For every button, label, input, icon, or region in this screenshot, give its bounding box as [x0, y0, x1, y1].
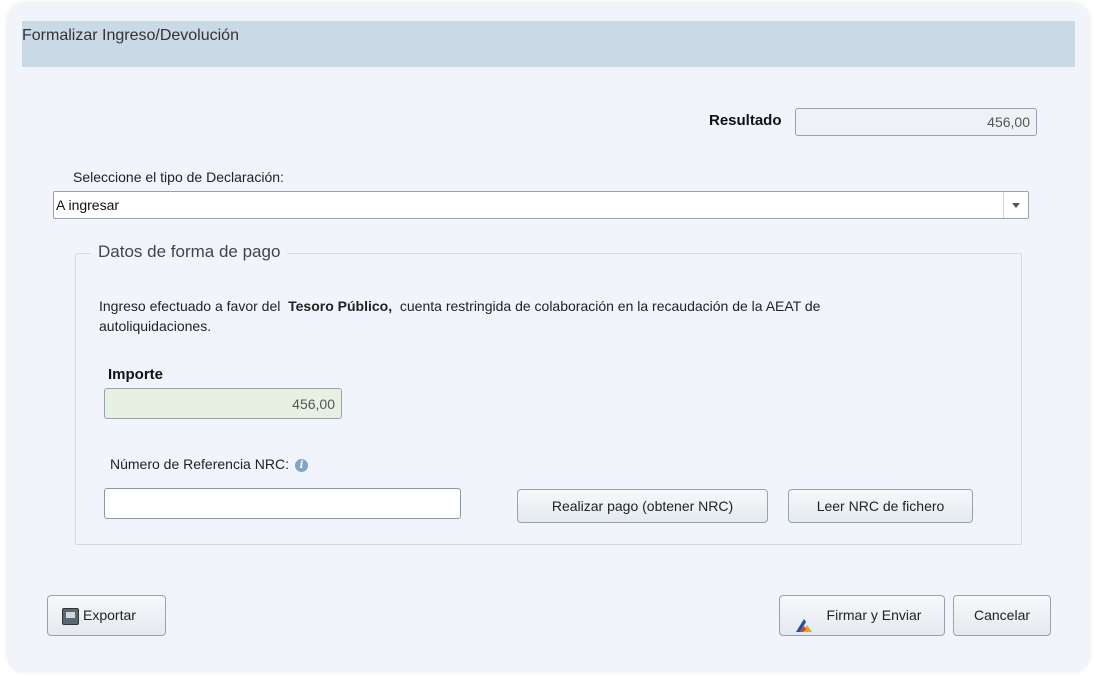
importe-label: Importe: [108, 366, 164, 383]
payment-description-line2: autoliquidaciones.: [99, 318, 212, 334]
payment-description-prefix: Ingreso efectuado a favor del: [99, 298, 281, 314]
dialog-window: Formalizar Ingreso/Devolución Resultado …: [8, 4, 1089, 671]
dialog-title: Formalizar Ingreso/Devolución: [22, 27, 239, 44]
payment-description-suffix: cuenta restringida de colaboración en la…: [399, 298, 821, 314]
declaration-type-label: Seleccione el tipo de Declaración:: [73, 169, 284, 185]
chevron-down-icon[interactable]: [1003, 192, 1028, 218]
nrc-input[interactable]: [104, 488, 461, 519]
nrc-label-row: Número de Referencia NRC: i: [110, 456, 308, 472]
resultado-label: Resultado: [709, 112, 782, 129]
dialog-title-bar: Formalizar Ingreso/Devolución: [22, 21, 1075, 67]
resultado-field: 456,00: [795, 108, 1037, 136]
firmar-label: Firmar y Enviar: [826, 607, 922, 623]
payment-description: Ingreso efectuado a favor del Tesoro Púb…: [99, 296, 820, 336]
nrc-label: Número de Referencia NRC:: [110, 456, 289, 472]
firmar-enviar-button[interactable]: Firmar y Enviar: [779, 595, 945, 636]
declaration-type-value: A ingresar: [56, 197, 120, 213]
aeat-logo-icon: [795, 609, 813, 648]
payment-description-bold: Tesoro Público,: [288, 298, 393, 314]
export-icon: [62, 608, 79, 625]
leer-nrc-button[interactable]: Leer NRC de fichero: [788, 489, 973, 523]
exportar-button[interactable]: Exportar: [47, 595, 166, 636]
cancelar-button[interactable]: Cancelar: [953, 595, 1051, 636]
exportar-label: Exportar: [83, 607, 136, 623]
payment-data-legend: Datos de forma de pago: [91, 242, 288, 262]
info-icon[interactable]: i: [294, 458, 308, 472]
importe-field: 456,00: [104, 388, 342, 419]
realizar-pago-button[interactable]: Realizar pago (obtener NRC): [517, 489, 768, 523]
declaration-type-select[interactable]: A ingresar: [53, 191, 1029, 219]
